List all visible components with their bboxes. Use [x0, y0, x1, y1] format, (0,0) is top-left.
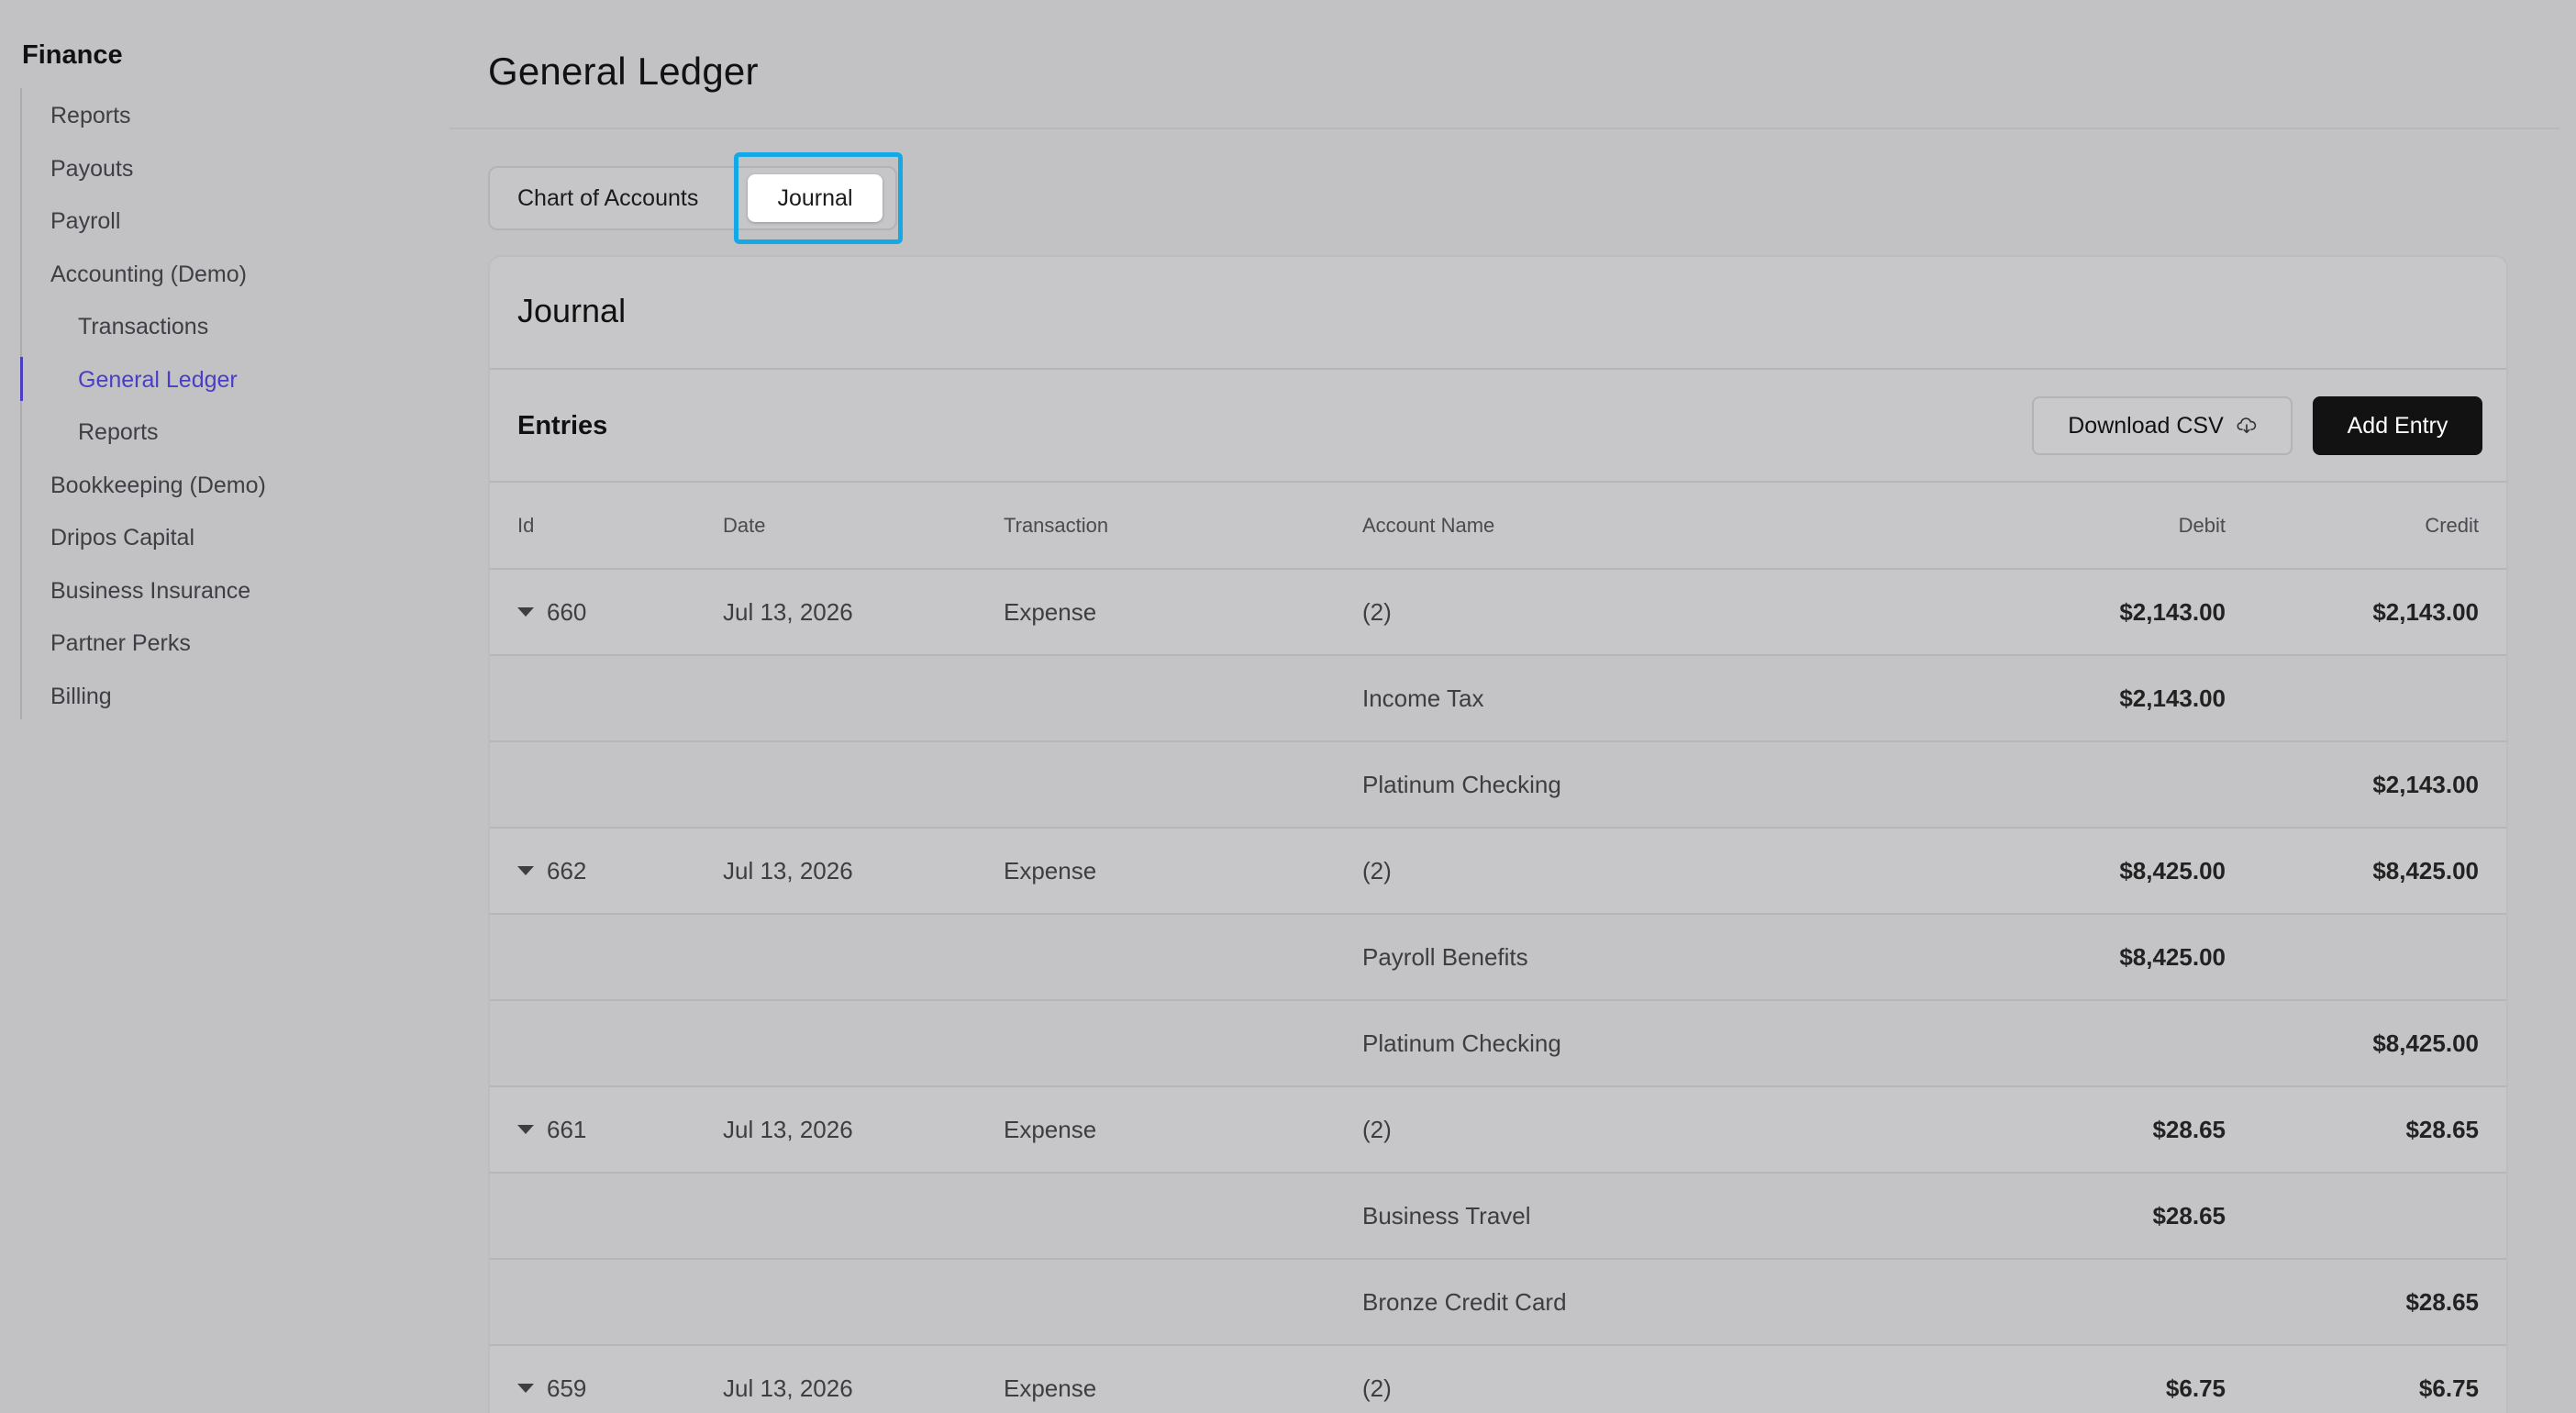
entry-id: 660 [547, 598, 587, 626]
account-cell: Bronze Credit Card [1362, 1288, 1567, 1316]
add-entry-button[interactable]: Add Entry [2313, 396, 2482, 455]
cloud-download-icon [2237, 417, 2256, 434]
id-cell: 661 [517, 1087, 586, 1172]
journal-card: Journal Entries Download CSV Add Entry I… [488, 255, 2508, 1413]
account-cell: Platinum Checking [1362, 771, 1561, 798]
date-cell: Jul 13, 2026 [723, 1374, 853, 1402]
sidebar-item-partner-perks[interactable]: Partner Perks [50, 620, 191, 666]
table-row[interactable]: 661 Jul 13, 2026 Expense (2) $28.65 $28.… [490, 1085, 2506, 1172]
credit-cell: $8,425.00 [2372, 1029, 2479, 1057]
column-header-credit[interactable]: Credit [2425, 514, 2479, 538]
sidebar-item-payouts[interactable]: Payouts [50, 146, 133, 192]
sidebar-item-business-insurance[interactable]: Business Insurance [50, 568, 250, 614]
caret-down-icon[interactable] [517, 866, 534, 875]
sidebar-item-accounting-reports[interactable]: Reports [78, 409, 159, 455]
account-cell: Payroll Benefits [1362, 943, 1528, 971]
card-title: Journal [517, 292, 627, 329]
download-csv-button[interactable]: Download CSV [2032, 396, 2293, 455]
tab-chart-of-accounts[interactable]: Chart of Accounts [517, 168, 721, 228]
date-cell: Jul 13, 2026 [723, 598, 853, 626]
column-header-account-name[interactable]: Account Name [1362, 514, 1494, 538]
caret-down-icon[interactable] [517, 607, 534, 617]
credit-cell: $28.65 [2405, 1116, 2479, 1143]
sidebar-item-payroll[interactable]: Payroll [50, 198, 120, 244]
date-cell: Jul 13, 2026 [723, 857, 853, 885]
tab-bar: Chart of Accounts Journal [488, 166, 897, 230]
caret-down-icon[interactable] [517, 1384, 534, 1393]
debit-cell: $2,143.00 [2119, 684, 2226, 712]
column-header-date[interactable]: Date [723, 514, 765, 538]
table-subrow: Business Travel $28.65 [490, 1172, 2506, 1258]
sidebar-title: Finance [22, 40, 123, 70]
tab-journal[interactable]: Journal [748, 174, 883, 222]
divider [490, 368, 2506, 370]
id-cell: 659 [517, 1346, 586, 1413]
credit-cell: $6.75 [2418, 1374, 2479, 1402]
id-cell: 662 [517, 829, 586, 913]
table-subrow: Platinum Checking $2,143.00 [490, 740, 2506, 827]
sidebar-nav: Reports Payouts Payroll Accounting (Demo… [20, 88, 424, 719]
credit-cell: $2,143.00 [2372, 771, 2479, 798]
caret-down-icon[interactable] [517, 1125, 534, 1134]
page-title: General Ledger [488, 50, 759, 93]
table-subrow: Platinum Checking $8,425.00 [490, 999, 2506, 1085]
debit-cell: $2,143.00 [2119, 598, 2226, 626]
sidebar-item-accounting-demo[interactable]: Accounting (Demo) [50, 251, 247, 297]
account-cell: (2) [1362, 857, 1392, 885]
table-row[interactable]: 662 Jul 13, 2026 Expense (2) $8,425.00 $… [490, 827, 2506, 913]
table-subrow: Income Tax $2,143.00 [490, 654, 2506, 740]
transaction-cell: Expense [1004, 1374, 1097, 1402]
account-cell: Platinum Checking [1362, 1029, 1561, 1057]
debit-cell: $6.75 [2165, 1374, 2226, 1402]
table-subrow: Payroll Benefits $8,425.00 [490, 913, 2506, 999]
credit-cell: $28.65 [2405, 1288, 2479, 1316]
divider [490, 481, 2506, 483]
account-cell: (2) [1362, 1374, 1392, 1402]
debit-cell: $8,425.00 [2119, 857, 2226, 885]
transaction-cell: Expense [1004, 598, 1097, 626]
column-header-id[interactable]: Id [517, 514, 534, 538]
sidebar-item-general-ledger[interactable]: General Ledger [78, 357, 238, 403]
account-cell: (2) [1362, 598, 1392, 626]
entry-id: 661 [547, 1116, 587, 1143]
entry-id: 662 [547, 857, 587, 885]
account-cell: Income Tax [1362, 684, 1484, 712]
account-cell: Business Travel [1362, 1202, 1531, 1229]
debit-cell: $8,425.00 [2119, 943, 2226, 971]
active-indicator [20, 357, 23, 401]
sidebar-item-transactions[interactable]: Transactions [78, 304, 208, 350]
app-window: Finance Reports Payouts Payroll Accounti… [0, 0, 2576, 1413]
entry-id: 659 [547, 1374, 587, 1402]
column-header-debit[interactable]: Debit [2179, 514, 2226, 538]
transaction-cell: Expense [1004, 857, 1097, 885]
sidebar-item-reports[interactable]: Reports [50, 93, 131, 139]
download-csv-label: Download CSV [2068, 412, 2224, 439]
id-cell: 660 [517, 570, 586, 654]
transaction-cell: Expense [1004, 1116, 1097, 1143]
sidebar-item-dripos-capital[interactable]: Dripos Capital [50, 515, 194, 561]
account-cell: (2) [1362, 1116, 1392, 1143]
entries-label: Entries [517, 411, 608, 440]
table-row[interactable]: 660 Jul 13, 2026 Expense (2) $2,143.00 $… [490, 568, 2506, 654]
header-divider [450, 128, 2559, 129]
sidebar: Finance Reports Payouts Payroll Accounti… [0, 0, 450, 1413]
debit-cell: $28.65 [2152, 1202, 2226, 1229]
sidebar-item-bookkeeping-demo[interactable]: Bookkeeping (Demo) [50, 462, 266, 508]
credit-cell: $2,143.00 [2372, 598, 2479, 626]
debit-cell: $28.65 [2152, 1116, 2226, 1143]
credit-cell: $8,425.00 [2372, 857, 2479, 885]
sidebar-item-billing[interactable]: Billing [50, 673, 112, 719]
table-row[interactable]: 659 Jul 13, 2026 Expense (2) $6.75 $6.75 [490, 1344, 2506, 1413]
table-subrow: Bronze Credit Card $28.65 [490, 1258, 2506, 1344]
date-cell: Jul 13, 2026 [723, 1116, 853, 1143]
column-header-transaction[interactable]: Transaction [1004, 514, 1108, 538]
